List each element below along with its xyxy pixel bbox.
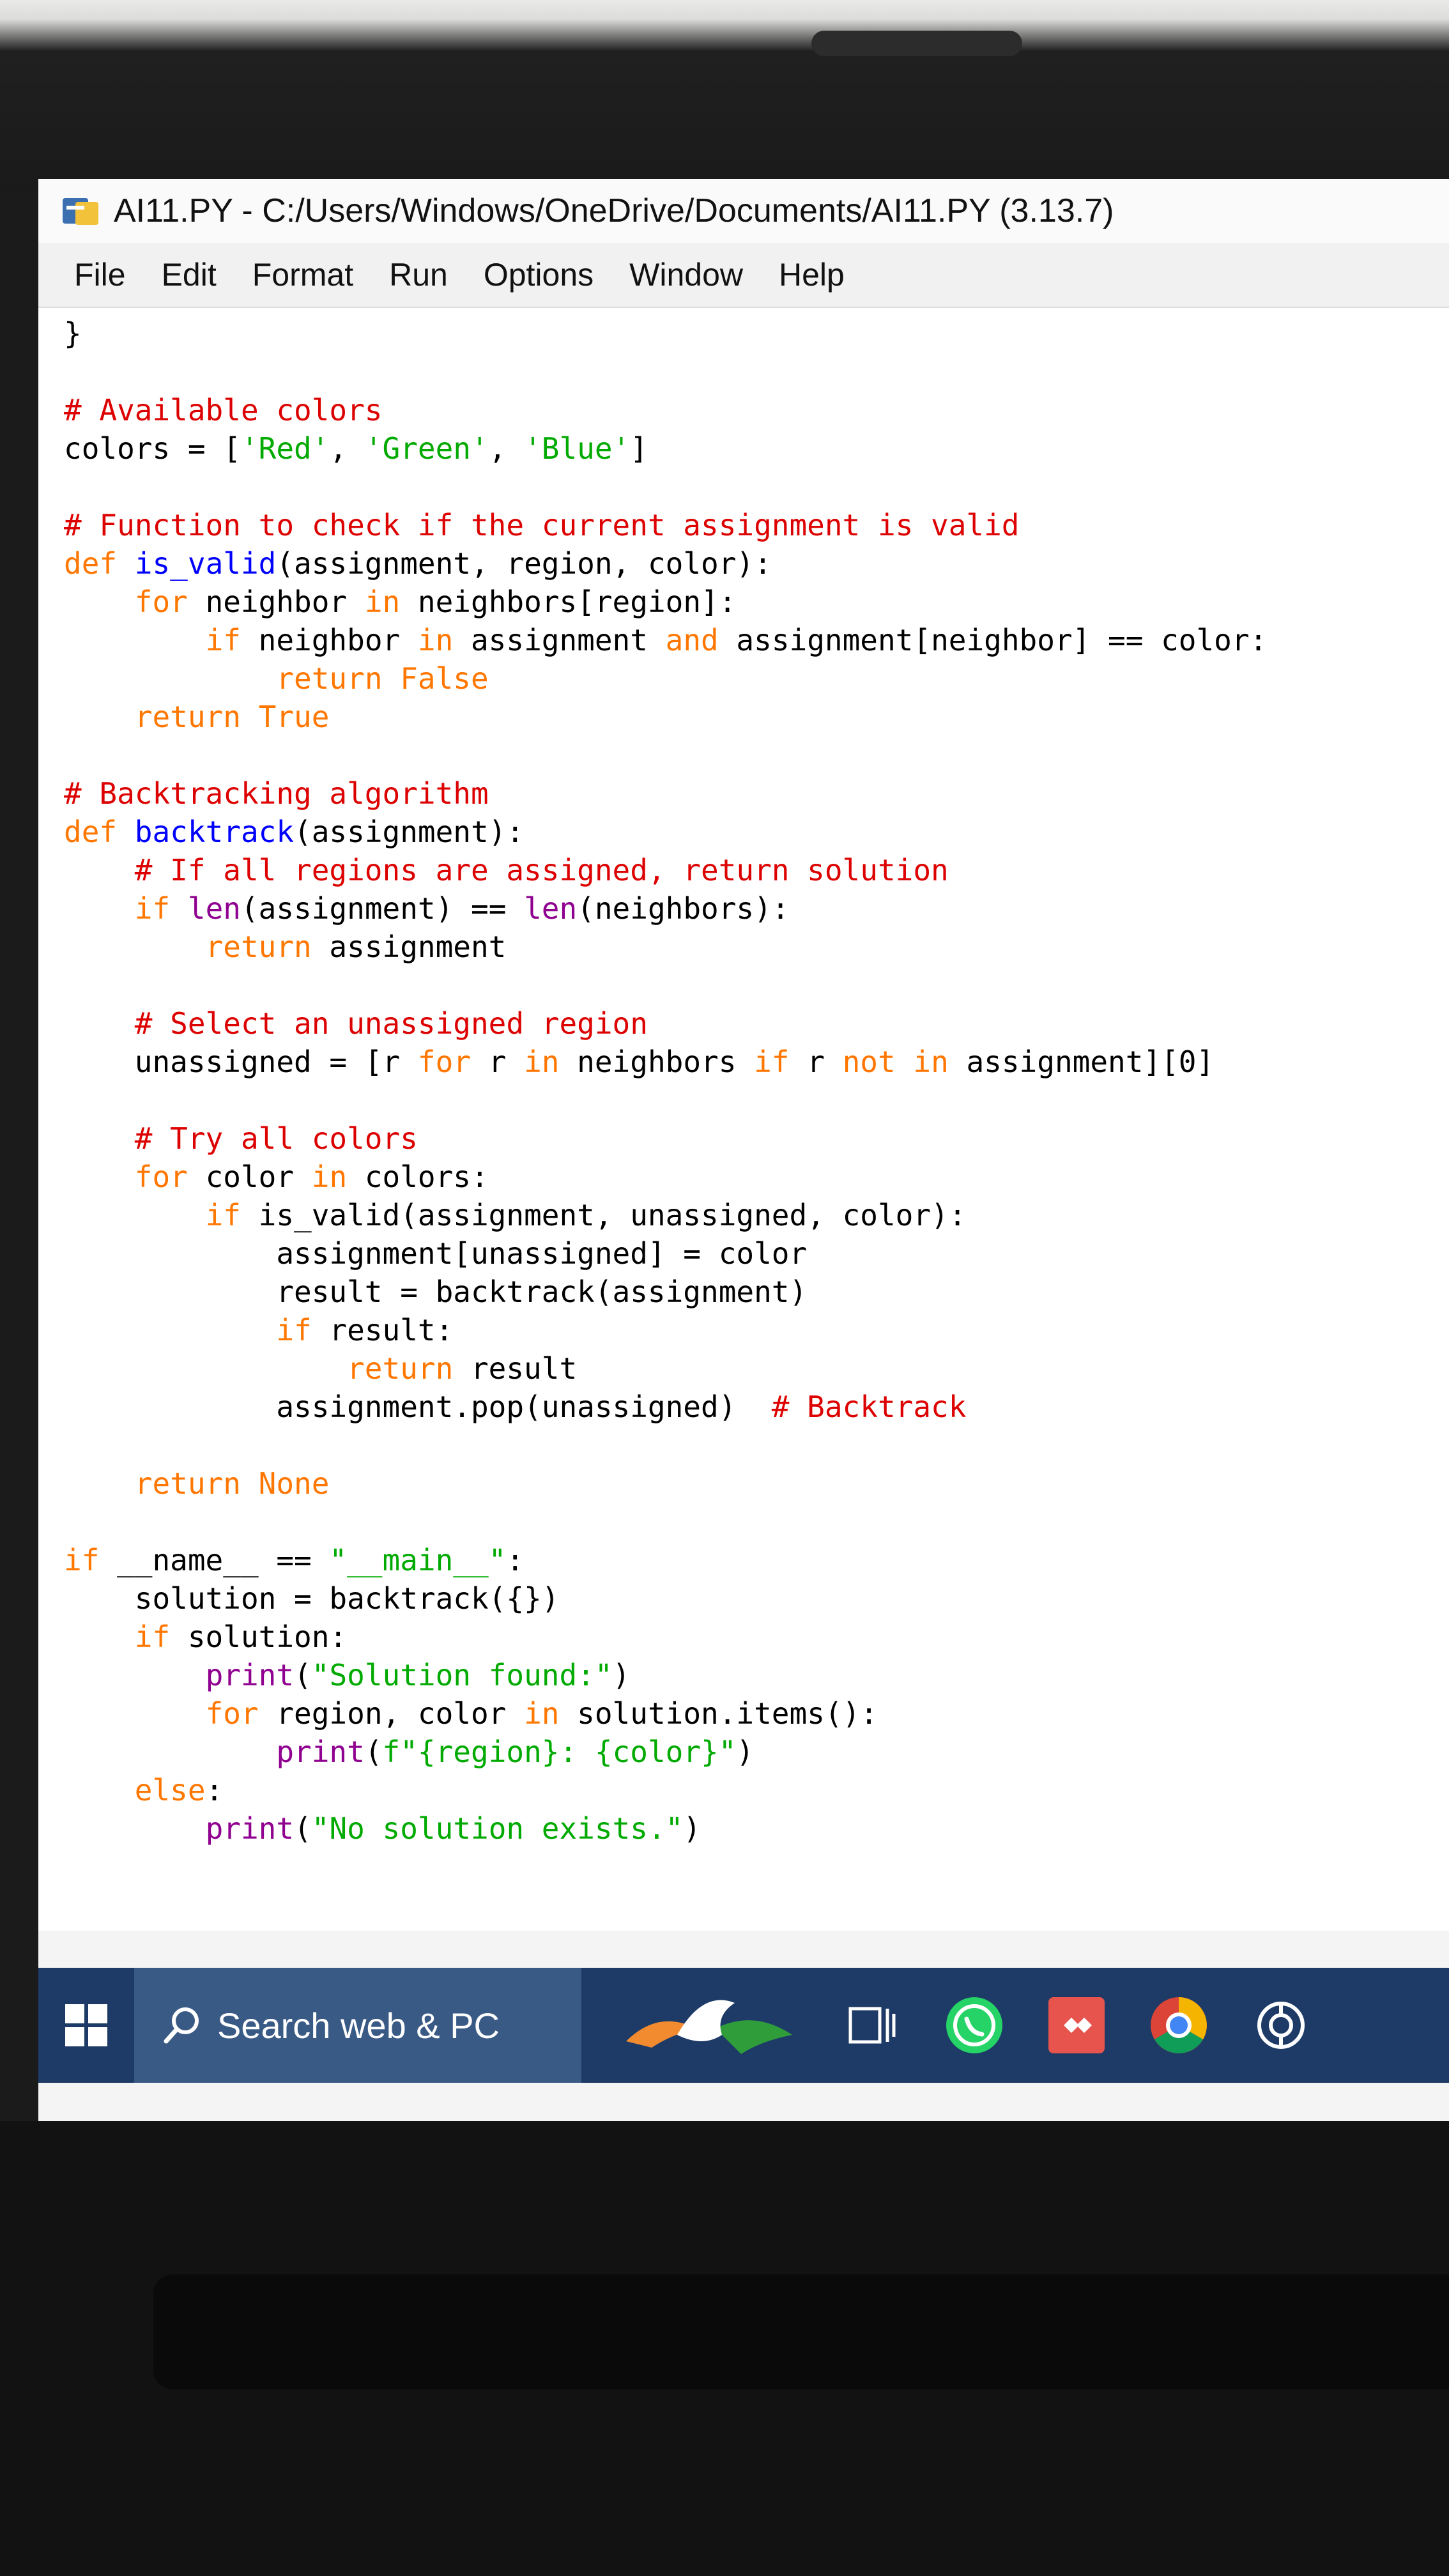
code-line[interactable]: for color in colors:: [64, 1158, 489, 1196]
dove-flag-decoration-icon: [613, 1990, 805, 2060]
anydesk-icon[interactable]: [1041, 1990, 1112, 2060]
code-line[interactable]: # Available colors: [64, 391, 383, 429]
code-line[interactable]: # Function to check if the current assig…: [64, 506, 1020, 544]
menu-bar: File Edit Format Run Options Window Help: [38, 243, 1449, 308]
taskbar-search[interactable]: Search web & PC: [134, 1968, 581, 2083]
code-line[interactable]: solution = backtrack({}): [64, 1579, 560, 1618]
code-line[interactable]: colors = ['Red', 'Green', 'Blue']: [64, 429, 648, 468]
code-line[interactable]: for neighbor in neighbors[region]:: [64, 583, 737, 621]
code-line[interactable]: assignment[unassigned] = color: [64, 1234, 807, 1273]
code-line[interactable]: [64, 1081, 82, 1119]
menu-help[interactable]: Help: [779, 256, 845, 293]
code-line[interactable]: # Backtracking algorithm: [64, 774, 489, 813]
screen: AI11.PY - C:/Users/Windows/OneDrive/Docu…: [38, 179, 1449, 2121]
code-editor[interactable]: } # Available colors colors = ['Red', 'Gr…: [38, 308, 1449, 1931]
menu-run[interactable]: Run: [389, 256, 448, 293]
code-line[interactable]: # Select an unassigned region: [64, 1004, 648, 1043]
code-line[interactable]: [64, 966, 82, 1004]
code-line[interactable]: assignment.pop(unassigned) # Backtrack: [64, 1388, 966, 1426]
menu-edit[interactable]: Edit: [162, 256, 217, 293]
code-line[interactable]: # If all regions are assigned, return so…: [64, 851, 949, 889]
code-line[interactable]: for region, color in solution.items():: [64, 1694, 878, 1733]
chrome-icon[interactable]: [1144, 1990, 1214, 2060]
code-line[interactable]: if neighbor in assignment and assignment…: [64, 621, 1268, 659]
code-line[interactable]: }: [64, 314, 82, 353]
whatsapp-icon[interactable]: [939, 1990, 1009, 2060]
code-line[interactable]: return True: [64, 698, 330, 736]
code-line[interactable]: print("No solution exists."): [64, 1809, 701, 1848]
code-line[interactable]: [64, 353, 82, 391]
code-line[interactable]: [64, 1503, 82, 1541]
python-idle-icon: [61, 194, 101, 227]
menu-file[interactable]: File: [74, 256, 126, 293]
code-line[interactable]: return False: [64, 659, 488, 698]
menu-options[interactable]: Options: [484, 256, 594, 293]
code-line[interactable]: return assignment: [64, 928, 507, 966]
code-line[interactable]: [64, 468, 82, 506]
code-line[interactable]: # Try all colors: [64, 1119, 418, 1158]
search-icon: [160, 2003, 204, 2048]
code-line[interactable]: [64, 1426, 82, 1464]
chatgpt-icon[interactable]: [1246, 1990, 1316, 2060]
code-line[interactable]: if result:: [64, 1311, 453, 1349]
start-button[interactable]: [38, 1968, 134, 2083]
code-line[interactable]: def backtrack(assignment):: [64, 813, 524, 851]
menu-format[interactable]: Format: [252, 256, 353, 293]
laptop-bezel-top: [0, 0, 1449, 192]
title-bar: AI11.PY - C:/Users/Windows/OneDrive/Docu…: [38, 179, 1449, 243]
code-line[interactable]: unassigned = [r for r in neighbors if r …: [64, 1043, 1214, 1081]
code-line[interactable]: return result: [64, 1349, 577, 1388]
code-line[interactable]: def is_valid(assignment, region, color):: [64, 544, 772, 583]
code-line[interactable]: else:: [64, 1771, 223, 1809]
menu-window[interactable]: Window: [629, 256, 743, 293]
code-line[interactable]: if is_valid(assignment, unassigned, colo…: [64, 1196, 967, 1234]
code-line[interactable]: print(f"{region}: {color}"): [64, 1733, 754, 1771]
code-line[interactable]: if __name__ == "__main__":: [64, 1541, 524, 1579]
search-placeholder: Search web & PC: [217, 2005, 500, 2046]
code-line[interactable]: if solution:: [64, 1618, 347, 1656]
laptop-hinge: [153, 2274, 1449, 2389]
webcam: [811, 31, 1022, 56]
code-line[interactable]: if len(assignment) == len(neighbors):: [64, 889, 790, 928]
window-title: AI11.PY - C:/Users/Windows/OneDrive/Docu…: [114, 192, 1114, 229]
code-line[interactable]: result = backtrack(assignment): [64, 1273, 807, 1311]
taskbar: Search web & PC: [38, 1968, 1449, 2083]
code-line[interactable]: print("Solution found:"): [64, 1656, 631, 1694]
windows-logo-icon: [65, 2004, 107, 2046]
code-line[interactable]: return None: [64, 1464, 330, 1503]
code-line[interactable]: [64, 736, 82, 774]
task-view-icon[interactable]: [837, 1990, 907, 2060]
